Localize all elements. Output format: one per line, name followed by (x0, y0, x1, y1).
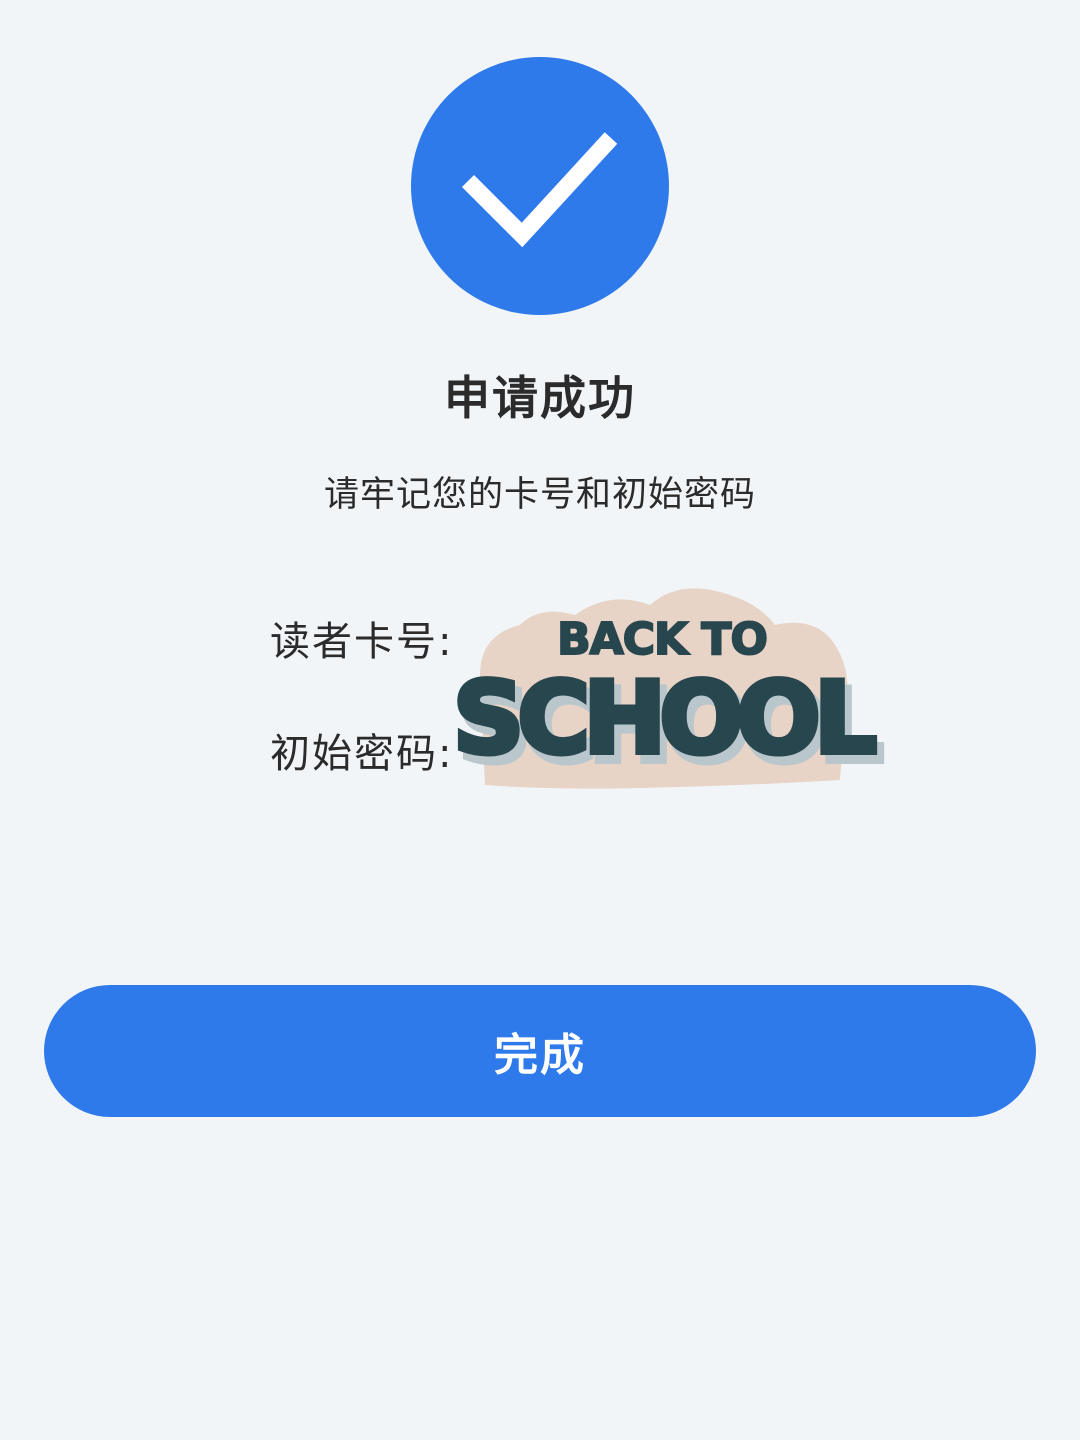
success-title: 申请成功 (444, 371, 636, 425)
checkmark-icon (461, 132, 618, 248)
done-button[interactable]: 完成 (44, 985, 1036, 1117)
sticker-line-back-to: BACK TO (557, 614, 767, 665)
back-to-school-sticker: BACK TO SCHOOL SCHOOL (440, 580, 890, 795)
card-number-label: 读者卡号: (270, 619, 454, 665)
success-subtitle: 请牢记您的卡号和初始密码 (323, 475, 756, 515)
success-checkmark-badge (411, 57, 669, 315)
password-label: 初始密码: (270, 731, 454, 777)
sticker-line-school: SCHOOL (453, 662, 874, 776)
